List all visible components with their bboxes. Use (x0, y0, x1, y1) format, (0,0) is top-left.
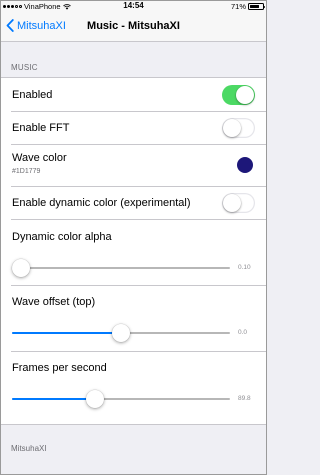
row-separator (11, 186, 267, 187)
row-separator (11, 111, 267, 112)
battery-percent: 71% (230, 2, 246, 11)
slider-track (12, 398, 230, 400)
enable-fft-switch[interactable] (222, 118, 255, 138)
wave-offset-slider[interactable] (12, 324, 230, 342)
switch-knob (236, 86, 254, 104)
fps-label: Frames per second (12, 362, 107, 374)
alpha-label: Dynamic color alpha (12, 231, 112, 243)
fps-value: 89.8 (238, 395, 251, 402)
wave-color-label: Wave color (12, 152, 67, 164)
status-right: 71% (230, 2, 266, 11)
switch-knob (223, 194, 241, 212)
slider-fill (12, 398, 95, 400)
status-time: 14:54 (123, 1, 144, 10)
page-title: Music - MitsuhaXI (87, 20, 180, 32)
wave-color-value: #1D1779 (12, 168, 41, 175)
settings-group: Enabled Enable FFT Wave color #1D1779 En… (0, 77, 267, 425)
row-separator (11, 285, 267, 286)
alpha-value: 0.10 (238, 264, 251, 271)
row-separator (11, 219, 267, 220)
slider-fill (12, 332, 121, 334)
navigation-bar: MitsuhaXI Music - MitsuhaXI (0, 12, 267, 42)
battery-icon (248, 3, 266, 10)
battery-level (249, 4, 259, 9)
slider-thumb[interactable] (12, 259, 30, 277)
row-separator (11, 144, 267, 145)
slider-track (12, 267, 230, 269)
alpha-slider[interactable] (12, 259, 230, 277)
row-separator (11, 351, 267, 352)
slider-thumb[interactable] (86, 390, 104, 408)
wave-offset-value: 0.0 (238, 329, 248, 336)
slider-thumb[interactable] (112, 324, 130, 342)
enabled-label: Enabled (12, 89, 53, 101)
dynamic-color-label: Enable dynamic color (experimental) (12, 197, 191, 209)
section-header: MUSIC (11, 63, 38, 72)
wave-offset-label: Wave offset (top) (12, 296, 96, 308)
enabled-switch[interactable] (222, 85, 255, 105)
wave-color-swatch[interactable] (237, 157, 253, 173)
section-footer: MitsuhaXI (11, 444, 47, 453)
switch-knob (223, 119, 241, 137)
status-bar: VinaPhone 14:54 71% (0, 0, 267, 12)
fps-slider[interactable] (12, 390, 230, 408)
dynamic-color-switch[interactable] (222, 193, 255, 213)
enable-fft-label: Enable FFT (12, 122, 70, 134)
